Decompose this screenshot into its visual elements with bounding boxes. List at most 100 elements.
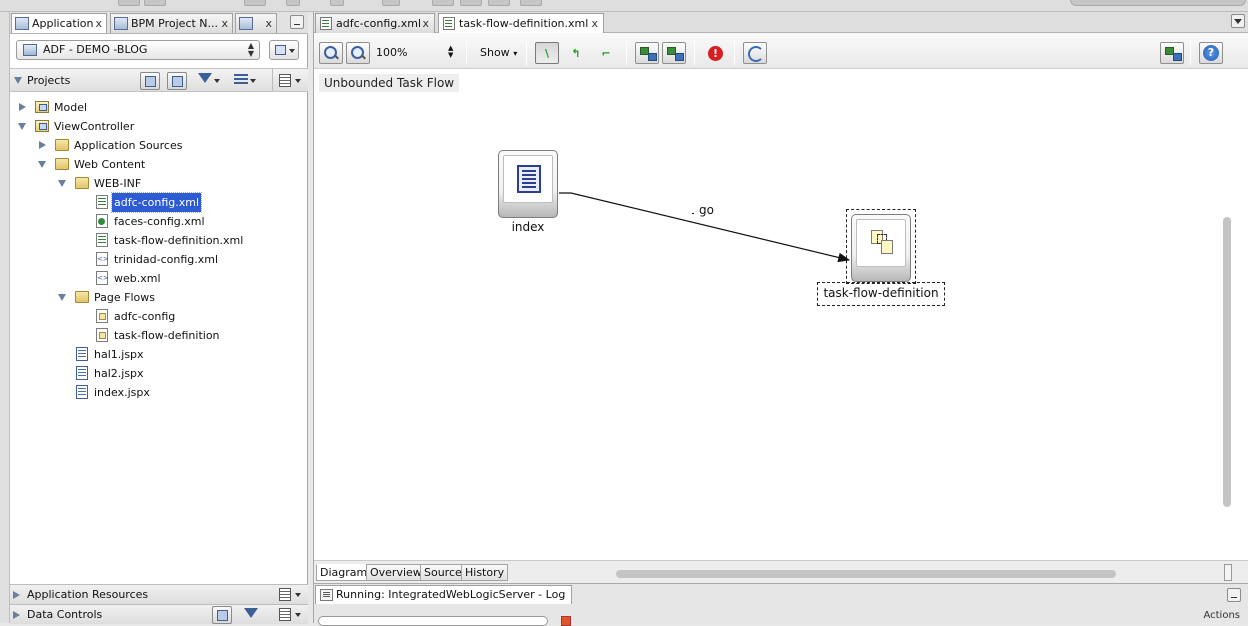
tree-node-index-jspx[interactable]: index.jspx bbox=[10, 383, 308, 402]
tab-overview[interactable]: Overview bbox=[366, 564, 426, 581]
panel-menu-icon[interactable] bbox=[279, 608, 291, 621]
tree-node-web-inf[interactable]: WEB-INF bbox=[10, 174, 308, 193]
close-icon[interactable]: x bbox=[95, 14, 102, 33]
toolbar-button[interactable] bbox=[244, 0, 266, 6]
layout-vertical-button[interactable] bbox=[662, 42, 686, 64]
tab-third-navigator[interactable]: x bbox=[235, 13, 277, 33]
chevron-down-icon[interactable] bbox=[295, 613, 301, 617]
horizontal-scrollbar[interactable] bbox=[616, 570, 1116, 578]
validation-errors-button[interactable]: ! bbox=[703, 42, 727, 64]
xml-file-icon bbox=[96, 250, 109, 269]
collapse-arrow-icon[interactable] bbox=[18, 123, 26, 130]
close-icon[interactable]: x bbox=[591, 14, 598, 33]
layout-horizontal-button[interactable] bbox=[635, 42, 659, 64]
toolbar-button[interactable] bbox=[382, 0, 400, 6]
help-button[interactable]: ? bbox=[1199, 42, 1223, 64]
application-selector-value: ADF - DEMO -BLOG bbox=[43, 43, 148, 56]
control-flow-label[interactable]: go bbox=[699, 203, 714, 217]
tree-node-model[interactable]: Model bbox=[10, 98, 308, 117]
toolbar-button[interactable] bbox=[488, 0, 510, 6]
diagram-canvas[interactable]: Unbounded Task Flow go index task-flow-d… bbox=[314, 69, 1234, 560]
control-flow-handle[interactable] bbox=[692, 213, 694, 214]
application-menu-button[interactable] bbox=[269, 40, 299, 60]
tree-node-adfc-config[interactable]: adfc-config bbox=[10, 307, 308, 326]
tree-node-page-flows[interactable]: Page Flows bbox=[10, 288, 308, 307]
overview-button[interactable] bbox=[1160, 42, 1184, 64]
collapse-arrow-icon[interactable] bbox=[38, 161, 46, 168]
tree-node-adfc-config-xml[interactable]: adfc-config.xml bbox=[10, 192, 308, 213]
actions-menu[interactable]: Actions bbox=[1203, 610, 1240, 621]
task-flow-call-activity[interactable] bbox=[851, 214, 911, 282]
tree-node-hal2-jspx[interactable]: hal2.jspx bbox=[10, 364, 308, 383]
tree-node-faces-config-xml[interactable]: faces-config.xml bbox=[10, 212, 308, 231]
tree-node-application-sources[interactable]: Application Sources bbox=[10, 136, 308, 155]
application-selector[interactable]: ADF - DEMO -BLOG ▲ ▼ bbox=[16, 40, 260, 60]
show-menu-button[interactable]: Show ▾ bbox=[474, 42, 523, 64]
expand-arrow-icon[interactable] bbox=[13, 591, 20, 599]
tree-node-task-flow-definition-xml[interactable]: task-flow-definition.xml bbox=[10, 231, 308, 250]
projects-panel-header[interactable]: Projects bbox=[10, 68, 308, 92]
tab-source[interactable]: Source bbox=[420, 564, 466, 581]
tree-node-web-xml[interactable]: web.xml bbox=[10, 269, 308, 288]
tab-log[interactable]: Running: IntegratedWebLogicServer - Log bbox=[315, 585, 573, 604]
view-activity-index[interactable] bbox=[498, 150, 558, 218]
oblique-line-button[interactable]: ↰ bbox=[564, 42, 588, 64]
toolbar-button[interactable] bbox=[118, 0, 140, 6]
zoom-level[interactable]: 100% bbox=[376, 46, 407, 59]
tab-history[interactable]: History bbox=[461, 564, 509, 581]
close-icon[interactable]: x bbox=[265, 14, 272, 33]
expand-arrow-icon[interactable] bbox=[19, 103, 26, 111]
hierarchy-icon[interactable] bbox=[234, 74, 248, 86]
data-controls-header[interactable]: Data Controls bbox=[10, 604, 308, 624]
application-resources-header[interactable]: Application Resources bbox=[10, 584, 308, 604]
panel-menu-icon[interactable] bbox=[279, 74, 291, 87]
tab-task-flow-definition-xml[interactable]: task-flow-definition.xml x bbox=[438, 13, 604, 34]
toolbar-button[interactable] bbox=[330, 0, 344, 6]
tree-node-web-content[interactable]: Web Content bbox=[10, 155, 308, 174]
chevron-down-icon[interactable] bbox=[295, 593, 301, 597]
chevron-down-icon[interactable] bbox=[250, 79, 256, 83]
tab-diagram[interactable]: Diagram bbox=[316, 564, 372, 581]
editor-list-dropdown[interactable] bbox=[1231, 14, 1245, 28]
vertical-scrollbar[interactable] bbox=[1223, 217, 1231, 507]
toolbar-button[interactable] bbox=[144, 0, 166, 6]
chevron-down-icon[interactable] bbox=[295, 79, 301, 83]
expand-arrow-icon[interactable] bbox=[39, 141, 46, 149]
minimize-panel-button[interactable] bbox=[290, 15, 304, 29]
refresh-button[interactable] bbox=[212, 606, 232, 624]
collapse-arrow-icon[interactable] bbox=[58, 294, 66, 301]
orthogonal-line-button[interactable]: ⌐ bbox=[594, 42, 618, 64]
sync-button[interactable] bbox=[167, 72, 187, 90]
tab-application[interactable]: Application x bbox=[11, 13, 107, 33]
tree-node-hal1-jspx[interactable]: hal1.jspx bbox=[10, 345, 308, 364]
toolbar-button[interactable] bbox=[460, 0, 482, 6]
panel-menu-icon[interactable] bbox=[279, 588, 291, 601]
filter-icon[interactable] bbox=[198, 73, 212, 83]
stop-icon[interactable] bbox=[561, 616, 571, 626]
collapse-arrow-icon[interactable] bbox=[14, 77, 22, 84]
close-icon[interactable]: x bbox=[221, 14, 228, 33]
collapse-arrow-icon[interactable] bbox=[58, 180, 66, 187]
refresh-diagram-button[interactable] bbox=[743, 42, 767, 64]
minimize-panel-button[interactable] bbox=[1227, 588, 1241, 602]
toolbar-button[interactable] bbox=[286, 0, 300, 6]
zoom-in-button[interactable] bbox=[319, 42, 343, 64]
log-search-field[interactable] bbox=[318, 616, 548, 626]
zoom-out-button[interactable] bbox=[346, 42, 370, 64]
tree-node-task-flow-definition[interactable]: task-flow-definition bbox=[10, 326, 308, 345]
tab-bpm-project[interactable]: BPM Project N... x bbox=[110, 13, 233, 33]
tab-adfc-config-xml[interactable]: adfc-config.xml x bbox=[315, 13, 435, 33]
toolbar-button[interactable] bbox=[520, 0, 542, 6]
log-icon bbox=[320, 589, 333, 601]
close-icon[interactable]: x bbox=[422, 14, 429, 33]
find-button[interactable] bbox=[140, 72, 160, 90]
tree-node-trinidad-config-xml[interactable]: trinidad-config.xml bbox=[10, 250, 308, 269]
search-field[interactable] bbox=[1070, 0, 1246, 6]
tree-node-viewcontroller[interactable]: ViewController bbox=[10, 117, 308, 136]
toolbar-button[interactable] bbox=[432, 0, 454, 6]
zoom-spinner-icon[interactable]: ▲ ▼ bbox=[448, 45, 453, 59]
filter-icon[interactable] bbox=[244, 608, 258, 618]
chevron-down-icon[interactable] bbox=[214, 79, 220, 83]
expand-arrow-icon[interactable] bbox=[13, 611, 20, 619]
straight-line-button[interactable]: \ bbox=[535, 42, 559, 64]
